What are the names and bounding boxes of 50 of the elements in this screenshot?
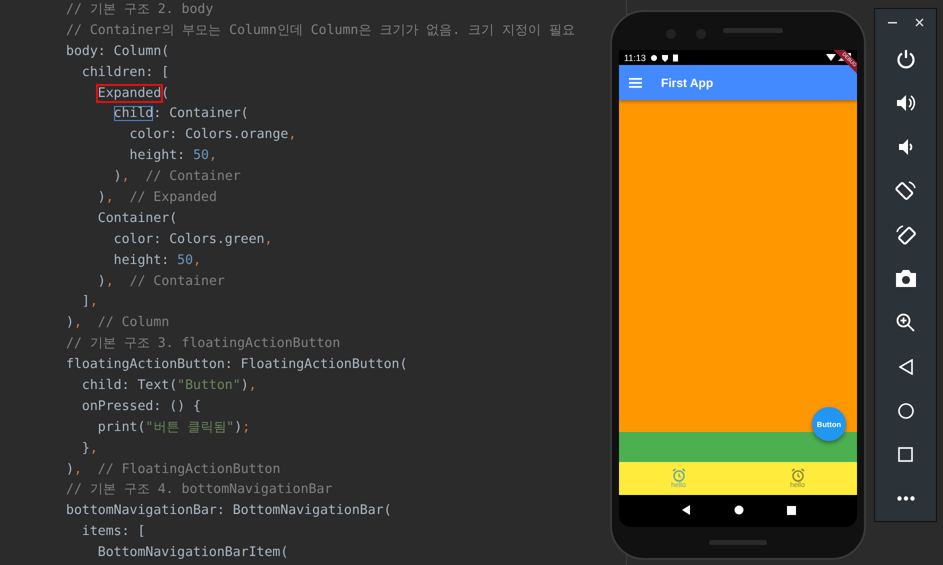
code-line: // 기본 구조 2. body — [66, 1, 214, 19]
code-line: Container( — [96, 210, 178, 228]
rotate-left-icon[interactable] — [894, 180, 916, 202]
close-icon[interactable] — [914, 18, 924, 28]
app-title: First App — [661, 76, 714, 90]
code-line: bottomNavigationBar: BottomNavigationBar( — [66, 502, 392, 520]
code-line: child: Text("Button"), — [80, 377, 257, 396]
code-line: // Container의 부모는 Column인데 Column은 크기가 없음. 크기 지정이 필요 — [66, 22, 576, 40]
back-icon[interactable] — [680, 505, 690, 515]
home-icon[interactable] — [734, 505, 744, 515]
volume-down-icon[interactable] — [898, 138, 914, 155]
code-line: // 기본 구조 3. floatingActionButton — [66, 335, 340, 354]
zoom-in-icon[interactable] — [896, 313, 915, 332]
home-icon[interactable] — [898, 402, 914, 419]
menu-icon[interactable] — [629, 78, 642, 88]
status-time: 11:13 — [624, 52, 646, 62]
code-line: items: [ — [80, 523, 146, 542]
code-line: ), // Expanded — [96, 189, 217, 208]
rotate-right-icon[interactable] — [894, 224, 916, 246]
code-line: print("버튼 클릭됨"); — [96, 418, 250, 437]
code-line: }, — [80, 440, 98, 458]
overview-icon[interactable] — [786, 506, 796, 514]
code-line: onPressed: () { — [80, 398, 201, 416]
alarm-icon — [790, 468, 804, 482]
code-line: ), // Column — [66, 314, 170, 332]
code-line: child: Container( — [112, 105, 249, 124]
minimize-icon[interactable] — [888, 22, 896, 24]
code-line: // 기본 구조 4. bottomNavigationBar — [66, 481, 332, 500]
code-line: BottomNavigationBarItem( — [96, 544, 288, 562]
code-line: height: 50, — [128, 147, 217, 166]
code-line: body: Column( — [66, 42, 170, 61]
code-line: floatingActionButton: FloatingActionButton( — [66, 356, 408, 374]
overview-icon[interactable] — [898, 447, 913, 462]
code-line: height: 50, — [112, 252, 202, 270]
status-icons — [650, 54, 680, 62]
code-line: Expanded( — [96, 84, 170, 103]
code-line: ], — [80, 293, 98, 312]
code-line: color: Colors.orange, — [128, 126, 296, 144]
back-icon[interactable] — [898, 358, 912, 375]
code-line: ), // FloatingActionButton — [66, 460, 280, 479]
code-line: children: [ — [80, 64, 170, 82]
volume-up-icon[interactable] — [896, 94, 916, 112]
more-icon[interactable] — [896, 496, 914, 502]
camera-icon[interactable] — [896, 270, 916, 288]
power-icon[interactable] — [896, 48, 916, 69]
alarm-icon — [672, 468, 686, 482]
code-line: color: Colors.green, — [112, 230, 272, 249]
speaker-grille — [709, 540, 767, 545]
code-line: ), // Container — [112, 168, 241, 186]
code-line: ), // Container — [96, 272, 225, 291]
